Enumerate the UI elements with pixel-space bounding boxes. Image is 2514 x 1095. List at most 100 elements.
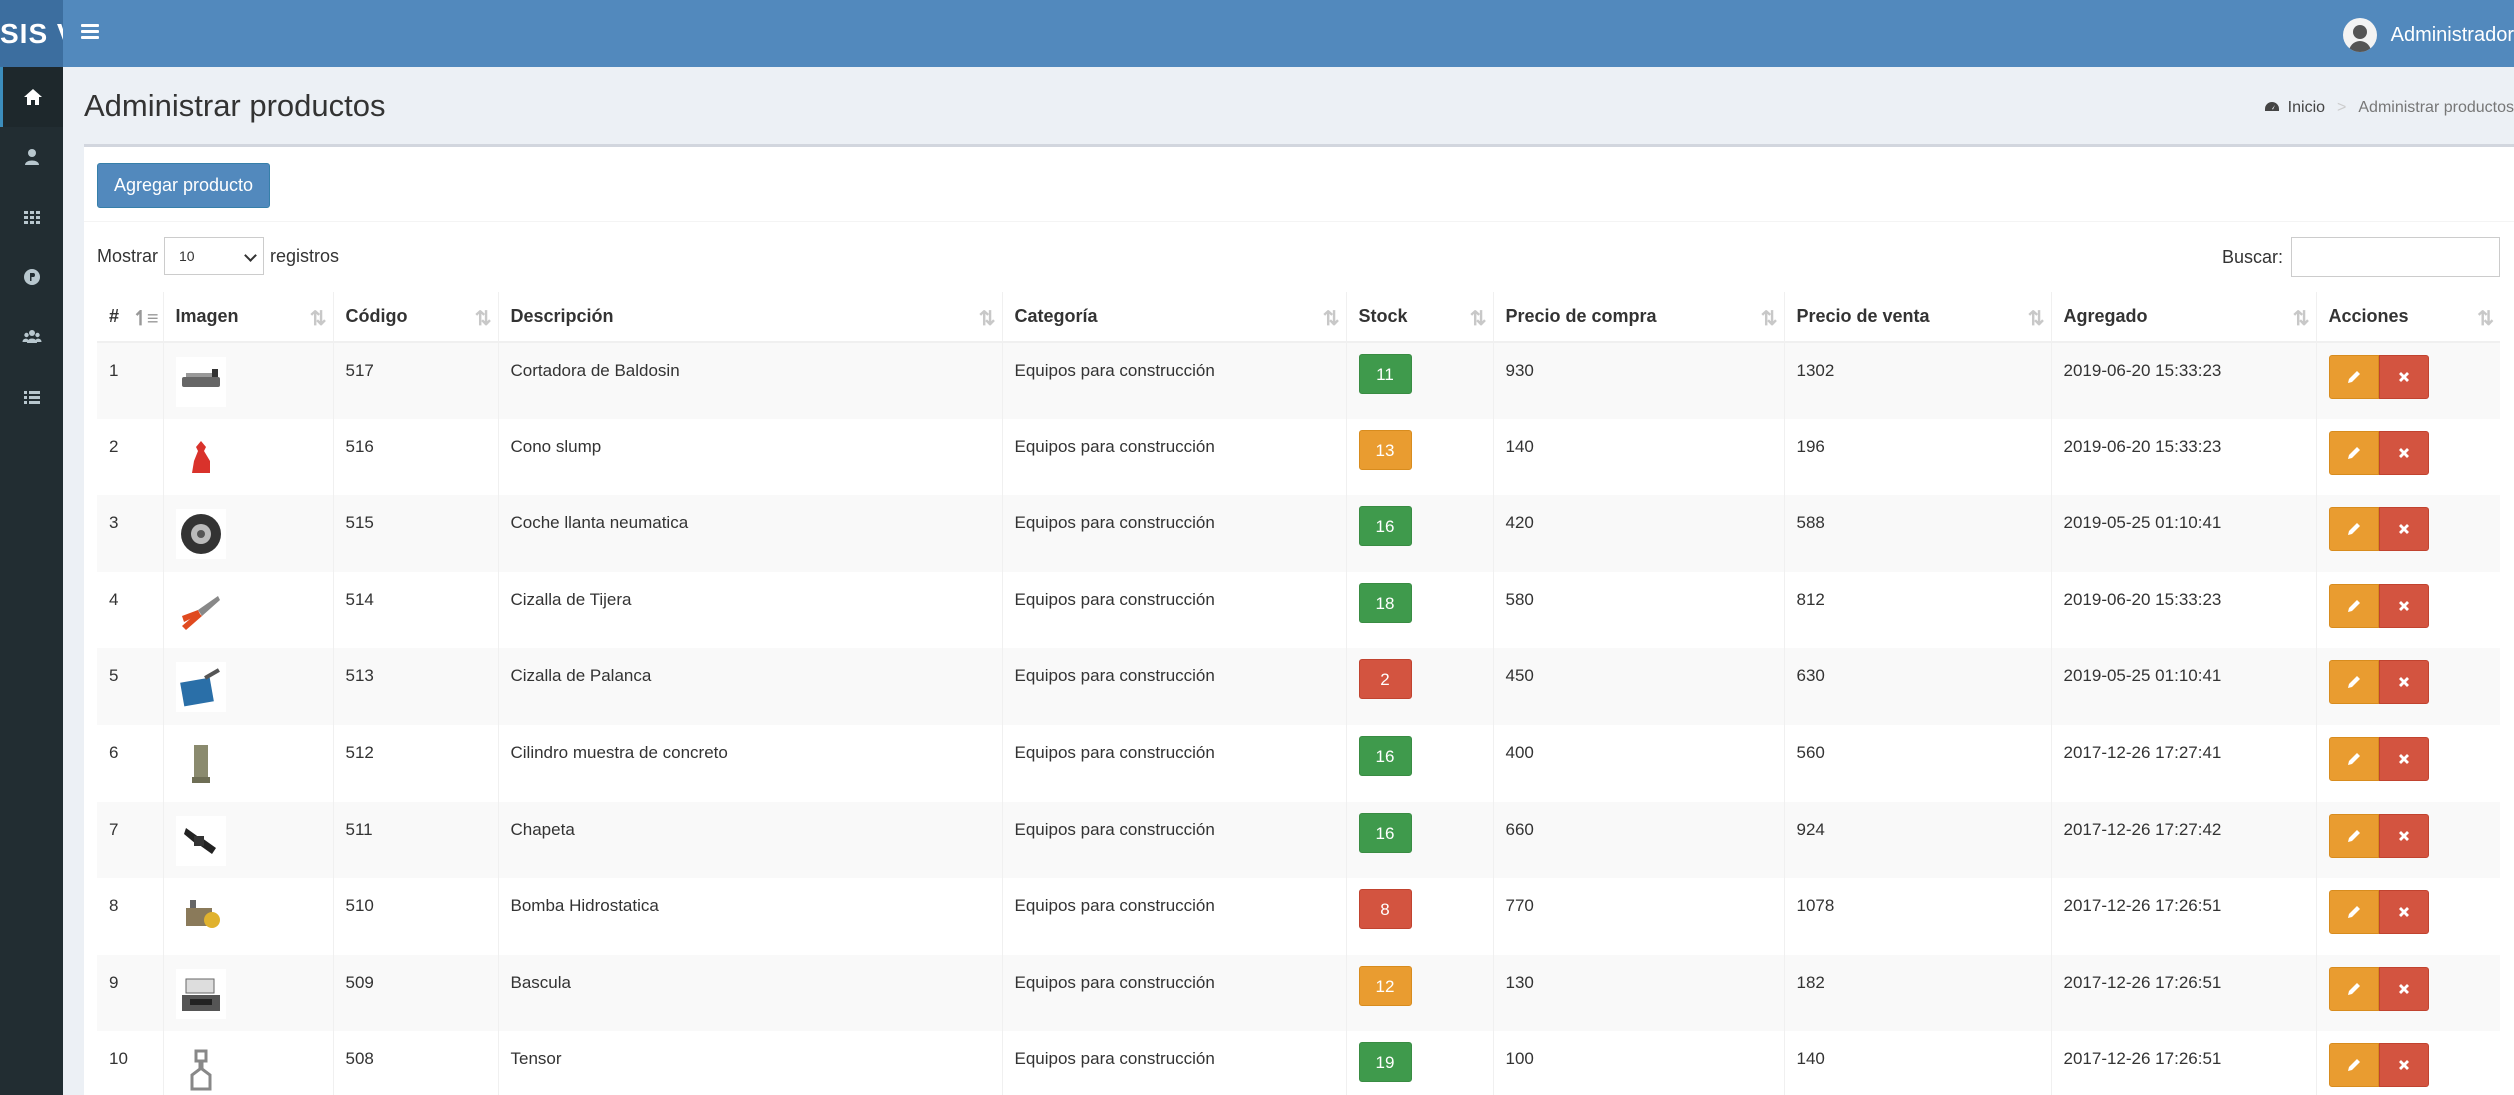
search-label: Buscar:: [2221, 246, 2283, 267]
delete-product-button[interactable]: [2378, 583, 2429, 628]
edit-product-button[interactable]: [2328, 813, 2379, 858]
sort-icon[interactable]: ⇅: [1470, 306, 1487, 331]
sort-icon[interactable]: ⇅: [1323, 306, 1340, 331]
length-select[interactable]: 10: [164, 237, 265, 275]
sort-icon[interactable]: ⇅: [2028, 306, 2045, 331]
row-actions: [2316, 725, 2500, 802]
sort-icon[interactable]: ⇅: [979, 306, 996, 331]
edit-product-button[interactable]: [2328, 966, 2379, 1011]
col-added-header-label: Agregado: [2063, 306, 2148, 326]
sort-icon[interactable]: ⇅: [1761, 306, 1778, 331]
row-image-cell: [163, 1031, 334, 1095]
delete-product-button[interactable]: [2378, 660, 2429, 705]
delete-product-button[interactable]: [2378, 736, 2429, 781]
product-thumbnail-scale-image: [175, 968, 226, 1019]
sidebar-item-products[interactable]: [0, 247, 63, 307]
row-sell-price: 924: [1784, 801, 2052, 879]
stock-badge: 11: [1358, 354, 1412, 394]
col-actions-header-label: Acciones: [2328, 306, 2409, 326]
row-description: Bascula: [498, 954, 1003, 1032]
col-description-header[interactable]: Descripción ⇅: [498, 292, 1003, 343]
row-number: 4: [97, 571, 164, 649]
sort-icon[interactable]: ⇅: [2477, 306, 2494, 331]
sort-icon[interactable]: ⇅: [310, 306, 327, 331]
col-buy-price-header[interactable]: Precio de compra ⇅: [1493, 292, 1785, 343]
edit-product-button[interactable]: [2328, 660, 2379, 705]
product-thumbnail-shears-image: [175, 585, 226, 636]
sort-icon[interactable]: ⇅: [475, 306, 492, 331]
delete-product-button[interactable]: [2378, 966, 2429, 1011]
row-code: 514: [333, 571, 499, 649]
pencil-icon: [2347, 1059, 2360, 1072]
sidebar-item-home[interactable]: [0, 67, 63, 127]
product-icon: [23, 269, 40, 285]
table-row: 2 516 Cono slump Equipos para construcción 1…: [97, 418, 2500, 496]
col-sell-price-header[interactable]: Precio de venta ⇅: [1784, 292, 2052, 343]
add-product-button[interactable]: Agregar producto: [97, 163, 270, 208]
row-actions: [2316, 648, 2500, 725]
pencil-icon: [2347, 982, 2360, 995]
edit-product-button[interactable]: [2328, 736, 2379, 781]
product-thumbnail-cutter-image: [175, 357, 226, 407]
user-name: Administrador: [2390, 23, 2514, 46]
edit-product-button[interactable]: [2328, 583, 2379, 628]
sidebar-item-sales[interactable]: [0, 367, 63, 427]
row-added: 2019-05-25 01:10:41: [2051, 495, 2317, 572]
row-actions: [2316, 1031, 2500, 1095]
dashboard-icon: [2264, 102, 2279, 111]
sidebar-item-customers[interactable]: [0, 307, 63, 367]
edit-product-button[interactable]: [2328, 507, 2379, 552]
sort-asc-icon[interactable]: ↿≡: [132, 306, 158, 331]
col-image-header[interactable]: Imagen ⇅: [163, 292, 334, 343]
pencil-icon: [2347, 523, 2360, 536]
edit-product-button[interactable]: [2328, 430, 2379, 475]
row-stock-cell: 16: [1346, 801, 1494, 879]
sidebar-item-categories[interactable]: [0, 187, 63, 247]
app-logo[interactable]: SIS V: [0, 0, 63, 67]
delete-product-button[interactable]: [2378, 507, 2429, 552]
edit-product-button[interactable]: [2328, 1043, 2379, 1088]
row-stock-cell: 16: [1346, 495, 1494, 572]
close-icon: [2398, 677, 2409, 688]
sidebar-item-user[interactable]: [0, 127, 63, 187]
delete-product-button[interactable]: [2378, 1043, 2429, 1088]
row-buy-price: 930: [1493, 342, 1785, 419]
row-stock-cell: 12: [1346, 954, 1494, 1032]
breadcrumb-separator: >: [2337, 99, 2347, 116]
length-select-value: 10: [179, 248, 195, 264]
app-logo-text: SIS V: [0, 18, 63, 49]
pencil-icon: [2347, 752, 2360, 765]
delete-product-button[interactable]: [2378, 355, 2429, 399]
breadcrumb-home[interactable]: Inicio: [2288, 99, 2325, 117]
row-buy-price: 130: [1493, 954, 1785, 1032]
user-menu[interactable]: Administrador: [2342, 18, 2514, 52]
row-image-cell: [163, 418, 334, 496]
row-description: Coche llanta neumatica: [498, 495, 1003, 572]
home-icon: [24, 89, 42, 105]
col-code-header[interactable]: Código ⇅: [333, 292, 499, 343]
sort-icon[interactable]: ⇅: [2293, 306, 2310, 331]
col-number-header[interactable]: # ↿≡: [97, 292, 164, 343]
delete-product-button[interactable]: [2378, 430, 2429, 475]
row-number: 9: [97, 954, 164, 1032]
table-row: 6 512 Cilindro muestra de concreto Equipos …: [97, 724, 2500, 802]
col-actions-header[interactable]: Acciones ⇅: [2316, 292, 2500, 343]
edit-product-button[interactable]: [2328, 890, 2379, 935]
row-actions: [2316, 342, 2500, 419]
pencil-icon: [2347, 906, 2360, 919]
row-image-cell: [163, 801, 334, 879]
edit-product-button[interactable]: [2328, 355, 2379, 399]
stock-badge: 16: [1358, 812, 1412, 853]
row-category: Equipos para construcción: [1002, 1031, 1347, 1095]
delete-product-button[interactable]: [2378, 813, 2429, 858]
col-stock-header[interactable]: Stock ⇅: [1346, 292, 1494, 343]
col-category-header[interactable]: Categoría ⇅: [1002, 292, 1347, 343]
col-added-header[interactable]: Agregado ⇅: [2051, 292, 2317, 343]
table-header-row: # ↿≡ Imagen ⇅ Código ⇅ Descripción ⇅ Categoría ⇅ S…: [97, 292, 2500, 343]
row-buy-price: 100: [1493, 1031, 1785, 1095]
stock-badge: 16: [1358, 506, 1412, 547]
search-box: Buscar:: [2222, 237, 2500, 277]
delete-product-button[interactable]: [2378, 890, 2429, 935]
sidebar-toggle-icon[interactable]: [81, 22, 103, 44]
search-input[interactable]: [2291, 237, 2500, 277]
